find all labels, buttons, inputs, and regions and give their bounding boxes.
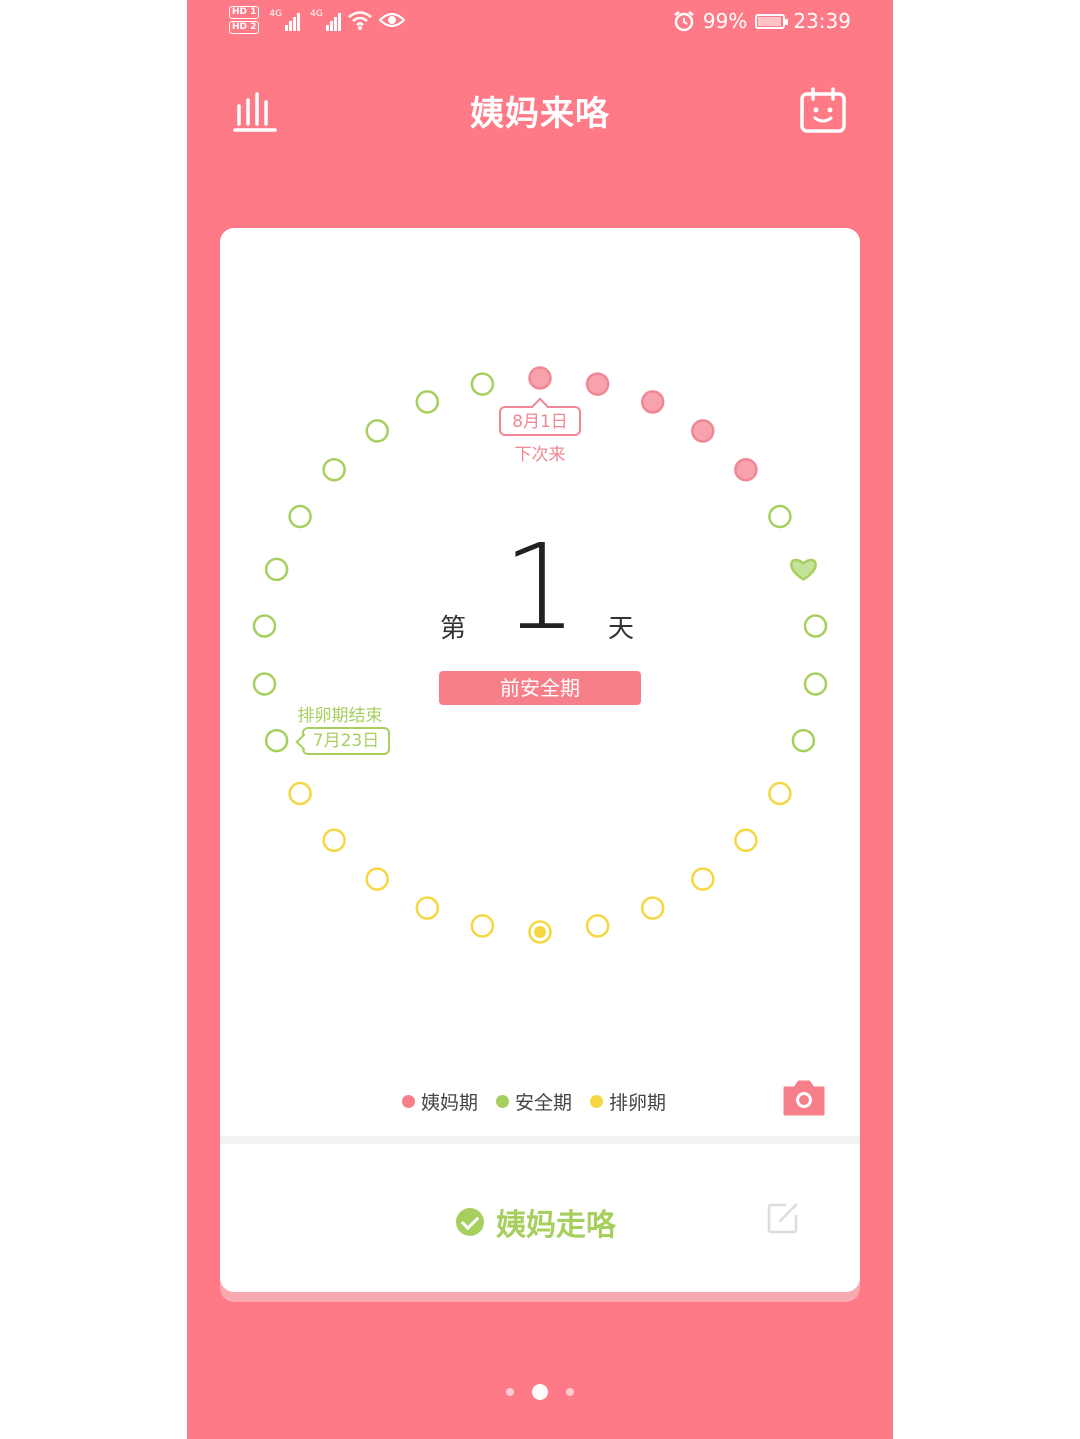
legend-dot bbox=[496, 1095, 510, 1108]
cycle-day-display: 第 1 天 bbox=[220, 528, 860, 658]
ring-day-safe[interactable] bbox=[252, 672, 277, 696]
alarm-icon bbox=[674, 11, 694, 32]
sim1-badge: HD 1 bbox=[229, 6, 260, 19]
legend-item-safe: 安全期 bbox=[496, 1088, 572, 1115]
ring-day-ovulation[interactable] bbox=[322, 828, 346, 853]
ring-day-ovulation[interactable] bbox=[470, 914, 495, 938]
legend-item-ovulation: 排卵期 bbox=[590, 1088, 666, 1115]
ovulation-end-date: 7月23日 bbox=[302, 727, 390, 755]
ring-peak-ovulation-dot bbox=[534, 926, 546, 938]
ring-day-ovulation[interactable] bbox=[768, 781, 792, 806]
calendar-face-icon[interactable] bbox=[799, 86, 847, 134]
ring-day-period[interactable] bbox=[640, 390, 665, 414]
divider bbox=[220, 1136, 860, 1144]
next-period-date: 8月1日 bbox=[499, 406, 581, 436]
ovulation-end-label: 排卵期结束 bbox=[297, 706, 383, 726]
battery-charging-icon bbox=[755, 13, 789, 29]
day-number: 1 bbox=[502, 518, 578, 656]
ring-day-period[interactable] bbox=[528, 366, 552, 390]
network-type: 4G bbox=[269, 9, 283, 19]
app-screen: HD 1 HD 2 4G 4G 99% 23:39 姨妈来咯 8月1日 下次来 … bbox=[187, 0, 893, 1439]
app-header: 姨妈来咯 bbox=[187, 80, 893, 140]
status-left: HD 1 HD 2 4G 4G bbox=[229, 6, 405, 34]
battery-percent: 99% bbox=[702, 9, 748, 33]
legend-item-period: 姨妈期 bbox=[402, 1088, 478, 1115]
legend-label: 排卵期 bbox=[609, 1092, 667, 1114]
wifi-icon bbox=[348, 11, 372, 30]
ring-day-safe[interactable] bbox=[264, 728, 289, 753]
status-right: 99% 23:39 bbox=[673, 9, 851, 33]
period-end-button[interactable]: 姨妈走咯 bbox=[456, 1200, 616, 1244]
eye-icon bbox=[378, 12, 405, 28]
sim-indicators: HD 1 HD 2 bbox=[229, 6, 260, 34]
ring-day-ovulation[interactable] bbox=[585, 914, 610, 938]
status-bar: HD 1 HD 2 4G 4G 99% 23:39 bbox=[187, 0, 893, 44]
legend-dot bbox=[590, 1095, 604, 1108]
clock: 23:39 bbox=[793, 9, 851, 33]
signal-icon-2: 4G bbox=[310, 9, 341, 31]
ring-day-period[interactable] bbox=[691, 419, 715, 443]
phase-badge: 前安全期 bbox=[439, 671, 641, 705]
page-title: 姨妈来咯 bbox=[470, 94, 610, 134]
legend: 姨妈期 安全期 排卵期 bbox=[402, 1088, 666, 1115]
page-dot-active[interactable] bbox=[532, 1384, 548, 1400]
ring-day-safe[interactable] bbox=[322, 457, 346, 482]
ring-day-safe[interactable] bbox=[415, 390, 440, 414]
ring-day-safe[interactable] bbox=[803, 672, 828, 696]
sim2-badge: HD 2 bbox=[229, 21, 260, 34]
page-indicator bbox=[187, 1384, 893, 1400]
legend-label: 安全期 bbox=[515, 1092, 573, 1114]
ring-day-ovulation[interactable] bbox=[365, 867, 389, 891]
ring-day-safe[interactable] bbox=[470, 372, 495, 396]
next-period-label: 下次来 bbox=[514, 445, 566, 465]
ring-day-ovulation[interactable] bbox=[415, 896, 440, 920]
network-type-2: 4G bbox=[310, 9, 323, 19]
ring-day-period[interactable] bbox=[585, 372, 610, 396]
ring-day-safe[interactable] bbox=[288, 504, 312, 529]
action-row: 姨妈走咯 bbox=[220, 1144, 860, 1292]
edit-icon[interactable] bbox=[766, 1201, 800, 1235]
camera-icon[interactable] bbox=[781, 1078, 827, 1118]
period-end-label: 姨妈走咯 bbox=[496, 1208, 616, 1243]
day-suffix: 天 bbox=[608, 614, 635, 644]
page-dot[interactable] bbox=[566, 1388, 574, 1396]
legend-label: 姨妈期 bbox=[421, 1092, 479, 1114]
legend-dot bbox=[402, 1095, 415, 1108]
ring-day-ovulation[interactable] bbox=[734, 828, 758, 853]
ring-day-safe[interactable] bbox=[768, 504, 792, 529]
signal-icon: 4G bbox=[269, 9, 301, 31]
ring-day-ovulation[interactable] bbox=[288, 781, 312, 806]
ring-day-ovulation[interactable] bbox=[640, 896, 665, 920]
ring-day-period[interactable] bbox=[734, 457, 758, 482]
page-dot[interactable] bbox=[506, 1388, 514, 1396]
ring-day-safe[interactable] bbox=[791, 728, 816, 753]
ring-day-safe[interactable] bbox=[365, 419, 389, 443]
check-icon bbox=[456, 1208, 484, 1236]
ring-day-ovulation[interactable] bbox=[691, 867, 715, 891]
cycle-card: 8月1日 下次来 排卵期结束 7月23日 第 1 天 前安全期 姨妈期 安全期 … bbox=[220, 228, 860, 1292]
